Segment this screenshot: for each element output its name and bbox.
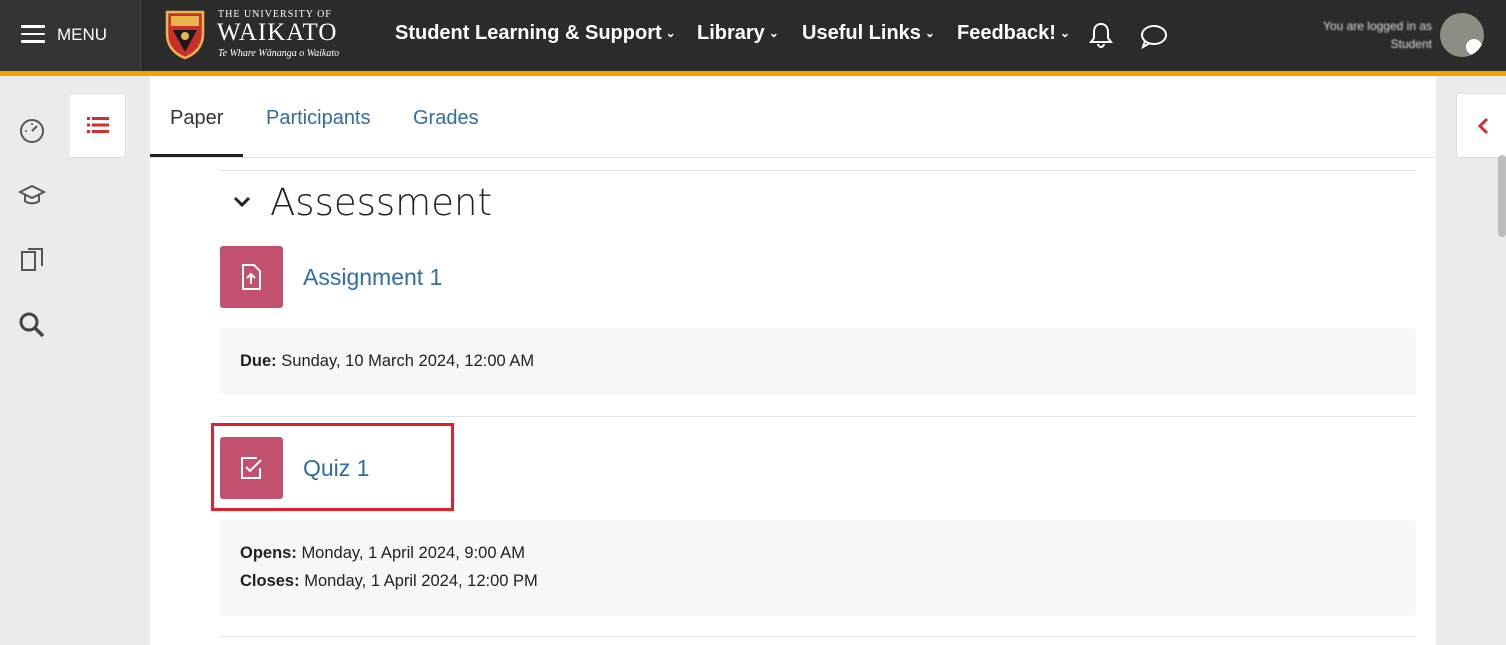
nav-student-learning-support[interactable]: Student Learning & Support ⌄ — [395, 22, 676, 45]
active-tab-indicator — [150, 154, 243, 157]
chevron-down-icon: ⌄ — [768, 26, 779, 40]
menu-button[interactable]: MENU — [0, 0, 141, 71]
date-label: Closes: — [240, 572, 300, 590]
date-value: Monday, 1 April 2024, 12:00 PM — [304, 572, 538, 590]
logo-line-2: WAIKATO — [217, 19, 338, 46]
date-row: Opens: Monday, 1 April 2024, 9:00 AM — [240, 544, 525, 563]
nav-label: Feedback! — [957, 22, 1056, 44]
section-title: Assessment — [270, 181, 492, 224]
paper-copy-icon[interactable] — [18, 246, 46, 274]
paper-tabs: Paper Participants Grades — [150, 76, 1436, 158]
activity-dates-quiz-1: Opens: Monday, 1 April 2024, 9:00 AM Clo… — [220, 520, 1416, 616]
section-collapse-chevron-icon[interactable] — [232, 192, 252, 212]
user-login-info[interactable]: You are logged in as Student — [1262, 17, 1432, 53]
left-icon-rail — [0, 76, 70, 645]
scrollbar[interactable] — [1498, 155, 1506, 237]
nav-label: Library — [697, 22, 765, 44]
date-label: Due: — [240, 352, 277, 370]
course-index-toggle-button[interactable] — [70, 93, 126, 158]
avatar[interactable] — [1440, 13, 1484, 57]
menu-label: MENU — [57, 25, 108, 44]
date-row: Closes: Monday, 1 April 2024, 12:00 PM — [240, 572, 538, 591]
logo-line-3: Te Whare Wānanga o Waikato — [218, 48, 340, 59]
activity-dates-assignment-1: Due: Sunday, 10 March 2024, 12:00 AM — [220, 328, 1416, 395]
right-drawer-toggle-button[interactable] — [1456, 93, 1506, 158]
divider — [220, 636, 1416, 637]
date-label: Opens: — [240, 544, 297, 562]
hamburger-icon — [21, 25, 45, 43]
crest-icon — [165, 10, 205, 60]
chevron-down-icon: ⌄ — [924, 26, 935, 40]
highlight-box — [211, 423, 454, 511]
user-line-2: Student — [1390, 37, 1432, 51]
date-value: Monday, 1 April 2024, 9:00 AM — [301, 544, 525, 562]
tab-paper[interactable]: Paper — [170, 107, 223, 130]
chevron-down-icon: ⌄ — [665, 26, 676, 40]
nav-feedback[interactable]: Feedback! ⌄ — [957, 22, 1070, 45]
search-icon[interactable] — [18, 311, 46, 339]
messages-chat-icon[interactable] — [1139, 23, 1169, 49]
activity-link-assignment-1[interactable]: Assignment 1 — [303, 264, 442, 291]
list-icon — [87, 117, 109, 133]
divider — [220, 416, 1416, 417]
tab-participants[interactable]: Participants — [266, 107, 371, 130]
top-navbar: MENU THE UNIVERSITY OF WAIKATO Te Whare … — [0, 0, 1506, 76]
chevron-down-icon: ⌄ — [1059, 26, 1070, 40]
nav-label: Useful Links — [802, 22, 921, 44]
divider — [220, 170, 1416, 171]
dashboard-icon[interactable] — [18, 116, 46, 144]
assignment-upload-icon[interactable] — [220, 246, 283, 308]
main-content: Paper Participants Grades Assessment Ass… — [150, 76, 1436, 645]
nav-useful-links[interactable]: Useful Links ⌄ — [802, 22, 935, 45]
nav-label: Student Learning & Support — [395, 22, 662, 44]
notifications-bell-icon[interactable] — [1088, 21, 1114, 49]
graduation-cap-icon[interactable] — [18, 181, 46, 209]
user-line-1: You are logged in as — [1323, 19, 1432, 33]
nav-library[interactable]: Library ⌄ — [697, 22, 779, 45]
date-row: Due: Sunday, 10 March 2024, 12:00 AM — [240, 352, 534, 371]
date-value: Sunday, 10 March 2024, 12:00 AM — [281, 352, 535, 370]
university-logo[interactable]: THE UNIVERSITY OF WAIKATO Te Whare Wānan… — [160, 6, 350, 64]
chevron-left-icon — [1477, 117, 1489, 135]
tab-grades[interactable]: Grades — [413, 107, 479, 130]
avatar-badge-icon — [1466, 39, 1482, 55]
